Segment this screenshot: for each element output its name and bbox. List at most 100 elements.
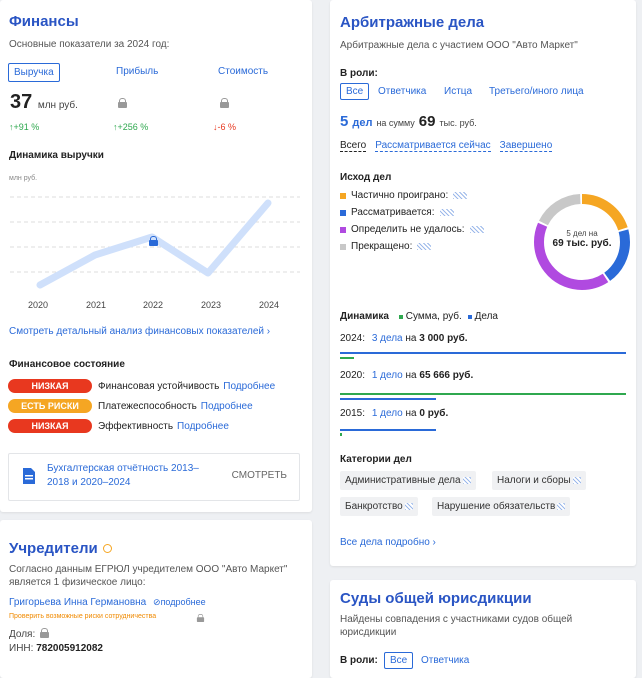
lock-icon	[196, 614, 205, 622]
category-chip[interactable]: Банкротство	[340, 497, 418, 516]
cases-bar-2015	[340, 429, 436, 431]
share-label: Доля:	[9, 629, 36, 640]
outcome-partial-lost: Частично проиграно:	[340, 190, 468, 201]
tab-revenue[interactable]: Выручка	[8, 63, 60, 82]
view-button[interactable]: СМОТРЕТЬ	[232, 470, 287, 481]
risk-row-stability: НИЗКАЯ Финансовая устойчивость Подробнее	[8, 378, 275, 394]
more-link[interactable]: подробнее	[161, 597, 206, 607]
lock-icon	[220, 98, 229, 108]
filter-total[interactable]: Всего	[340, 140, 367, 152]
revenue-number: 37	[10, 91, 33, 113]
category-label: Банкротство	[345, 501, 403, 512]
dynamics-row-2024: 2024: 3 дела на 3 000 руб.	[340, 333, 468, 344]
cases-link[interactable]: 1 дело	[372, 408, 403, 419]
details-link[interactable]: Подробнее	[223, 381, 275, 392]
finance-card: Финансы Основные показатели за 2024 год:…	[0, 0, 312, 512]
filter-completed[interactable]: Завершено	[499, 140, 553, 152]
sum-unit: тыс. руб.	[439, 118, 477, 128]
revenue-value: 37 млн руб.	[10, 91, 78, 114]
legend-swatch	[340, 192, 346, 199]
dynamics-header: Динамика Сумма, руб. Дела	[340, 311, 498, 322]
detail-analysis-link[interactable]: Смотреть детальный анализ финансовых пок…	[9, 326, 270, 337]
cases-link[interactable]: 3 дела	[372, 333, 403, 344]
categories-title: Категории дел	[340, 454, 412, 465]
role-defendant-link[interactable]: Ответчика	[378, 86, 426, 97]
category-chip[interactable]: Административные дела	[340, 471, 476, 490]
filter-ongoing[interactable]: Рассматривается сейчас	[375, 140, 491, 152]
role-all-button[interactable]: Все	[340, 83, 370, 100]
arbitration-title: Арбитражные дела	[340, 14, 485, 31]
sum-bar-2024	[340, 357, 354, 359]
founder-name-link[interactable]: Григорьева Инна Германовна	[9, 597, 146, 608]
category-chip[interactable]: Налоги и сборы	[492, 471, 586, 490]
founders-text: Согласно данным ЕГРЮЛ учредителем ООО "А…	[9, 564, 288, 588]
tab-profit[interactable]: Прибыль	[116, 66, 158, 77]
mid-text: на	[405, 408, 417, 419]
clock-icon	[102, 544, 112, 553]
risk-label: Платежеспособность	[98, 400, 197, 412]
courts-role-defendant-link[interactable]: Ответчика	[421, 655, 469, 666]
risk-label: Финансовая устойчивость	[98, 380, 220, 392]
status-badge: НИЗКАЯ	[8, 379, 92, 393]
inn-row: ИНН: 782005912082	[9, 643, 103, 654]
amount-value: 0 руб.	[419, 408, 449, 419]
case-filter-tabs: Всего Рассматривается сейчас Завершено	[340, 140, 553, 152]
outcome-title: Исход дел	[340, 172, 392, 183]
hidden-value-icon	[404, 502, 413, 510]
courts-role-all-button[interactable]: Все	[384, 652, 414, 669]
document-icon	[23, 468, 35, 484]
category-chip[interactable]: Нарушение обязательств	[432, 497, 571, 516]
sum-value: 69	[418, 113, 436, 130]
legend-swatch	[340, 226, 346, 233]
amount-value: 3 000 руб.	[419, 333, 468, 344]
revenue-unit: млн руб.	[37, 100, 78, 111]
finance-title: Финансы	[9, 13, 79, 30]
hidden-value-icon	[557, 502, 566, 510]
sum-prefix: на сумму	[376, 118, 415, 128]
mid-text: на	[405, 333, 417, 344]
inn-value: 782005912082	[36, 643, 103, 654]
inn-label: ИНН:	[9, 643, 34, 654]
chart-unit: млн руб.	[9, 175, 38, 182]
status-badge: НИЗКАЯ	[8, 419, 92, 433]
legend-cases: Дела	[467, 311, 498, 322]
cases-word: дел	[352, 117, 373, 129]
lock-icon	[149, 236, 158, 246]
category-label: Нарушение обязательств	[437, 501, 556, 512]
hidden-value-icon	[572, 476, 581, 484]
details-link[interactable]: Подробнее	[177, 421, 229, 432]
link-icon: ⊘	[153, 597, 161, 607]
year-label: 2020	[28, 300, 49, 310]
details-link[interactable]: Подробнее	[201, 401, 253, 412]
all-cases-link[interactable]: Все дела подробно ›	[340, 537, 436, 548]
risk-row-efficiency: НИЗКАЯ Эффективность Подробнее	[8, 418, 229, 434]
accounting-report-box[interactable]: Бухгалтерская отчётность 2013–2018 и 202…	[8, 453, 300, 501]
founders-card: Учредители Согласно данным ЕГРЮЛ учредит…	[0, 520, 312, 678]
courts-subtitle: Найдены совпадения с участниками судов о…	[340, 614, 573, 638]
year-label: 2020:	[340, 370, 366, 381]
hidden-value-icon	[439, 209, 454, 216]
tab-value[interactable]: Стоимость	[218, 66, 268, 77]
share-row: Доля:	[9, 628, 50, 640]
status-badge: ЕСТЬ РИСКИ	[8, 399, 92, 413]
role-third-party-link[interactable]: Третьего/иного лица	[489, 86, 584, 97]
year-label: 2024	[259, 300, 280, 310]
legend-label: Прекращено:	[351, 241, 413, 252]
hidden-value-icon	[453, 192, 468, 199]
founder-row: Григорьева Инна Германовна ⊘подробнее	[9, 597, 206, 608]
category-label: Административные дела	[345, 475, 461, 486]
accounting-report-link[interactable]: Бухгалтерская отчётность 2013–2018 и 202…	[47, 462, 217, 490]
year-label: 2024:	[340, 333, 366, 344]
dynamics-row-2020: 2020: 1 дело на 65 666 руб.	[340, 370, 473, 381]
cases-link[interactable]: 1 дело	[372, 370, 403, 381]
year-label: 2021	[86, 300, 107, 310]
amount-value: 65 666 руб.	[419, 370, 474, 381]
year-label: 2015:	[340, 408, 366, 419]
role-plaintiff-link[interactable]: Истца	[444, 86, 472, 97]
outcome-terminated: Прекращено:	[340, 241, 432, 252]
legend-swatch	[340, 243, 346, 250]
hidden-value-icon	[417, 243, 432, 250]
legend-swatch	[340, 209, 346, 216]
risk-check-link[interactable]: Проверить возможные риски сотрудничества	[9, 613, 156, 620]
arbitration-subtitle: Арбитражные дела с участием ООО "Авто Ма…	[340, 40, 578, 51]
